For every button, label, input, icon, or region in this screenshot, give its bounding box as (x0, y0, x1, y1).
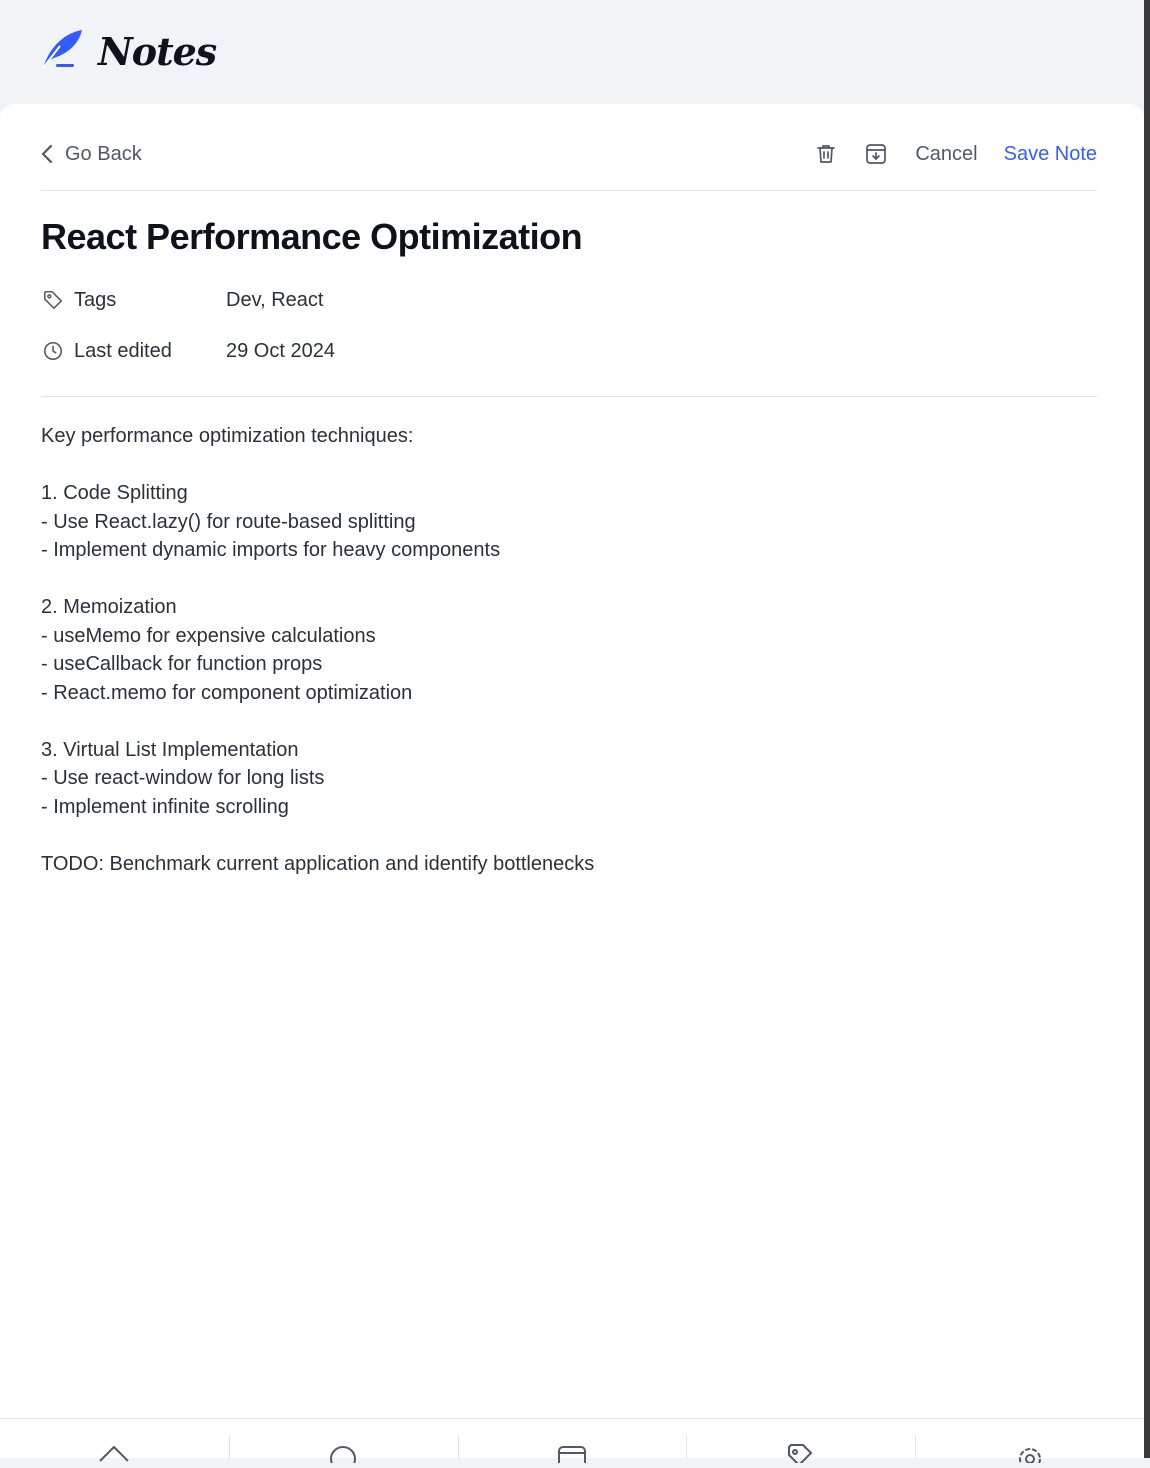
content-line: TODO: Benchmark current application and … (41, 852, 595, 875)
feather-pen-icon (40, 28, 84, 75)
tag-icon (41, 288, 65, 312)
content-line: - Implement infinite scrolling (41, 795, 289, 818)
header-divider (41, 190, 1097, 191)
content-line: - useMemo for expensive calculations (41, 624, 376, 647)
content-line: - Use React.lazy() for route-based split… (41, 510, 416, 533)
last-edited-label-group: Last edited (41, 339, 226, 363)
content-line: 3. Virtual List Implementation (41, 738, 299, 761)
last-edited-value: 29 Oct 2024 (226, 339, 335, 362)
editor-toolbar: Go Back Cancel Save Note (41, 132, 1097, 176)
home-icon (98, 1443, 130, 1462)
app-logo[interactable]: Notes (40, 28, 217, 75)
tag-icon (785, 1443, 817, 1466)
clock-icon (41, 339, 65, 363)
app-name: Notes (98, 29, 217, 74)
content-line: - Use react-window for long lists (41, 767, 325, 789)
tags-value[interactable]: Dev, React (226, 289, 323, 312)
bottom-navigation (0, 1418, 1144, 1468)
chevron-left-icon (41, 144, 53, 164)
last-edited-label: Last edited (74, 339, 172, 362)
nav-settings[interactable] (915, 1419, 1144, 1468)
nav-home[interactable] (0, 1419, 229, 1462)
tags-label-group: Tags (41, 288, 226, 312)
content-line: 1. Code Splitting (41, 482, 188, 504)
top-bar: Notes (0, 0, 1144, 104)
save-note-button[interactable]: Save Note (1004, 143, 1097, 166)
archive-icon (556, 1443, 588, 1468)
note-body[interactable]: Key performance optimization techniques:… (41, 422, 1097, 878)
meta-divider (41, 396, 1097, 397)
tags-row: Tags Dev, React (41, 288, 323, 312)
nav-archive[interactable] (457, 1419, 687, 1468)
go-back-button[interactable]: Go Back (41, 143, 142, 166)
go-back-label: Go Back (65, 142, 142, 165)
note-title[interactable]: React Performance Optimization (41, 216, 583, 258)
toolbar-actions: Cancel Save Note (789, 141, 1097, 167)
content-line: - Implement dynamic imports for heavy co… (41, 539, 501, 561)
content-line: Key performance optimization techniques: (41, 425, 414, 447)
last-edited-row: Last edited 29 Oct 2024 (41, 339, 335, 363)
search-icon (327, 1443, 359, 1468)
cancel-button[interactable]: Cancel (915, 143, 977, 166)
settings-icon (1014, 1443, 1046, 1468)
archive-icon[interactable] (863, 141, 889, 167)
window-edge (1144, 0, 1150, 1458)
nav-tags[interactable] (686, 1419, 915, 1466)
content-line: 2. Memoization (41, 596, 177, 618)
content-line: - React.memo for component optimization (41, 681, 413, 704)
nav-search[interactable] (228, 1419, 458, 1468)
note-editor: Go Back Cancel Save Note React Performan… (0, 104, 1144, 1420)
content-line: - useCallback for function props (41, 653, 323, 675)
trash-icon[interactable] (813, 141, 839, 167)
tags-label: Tags (74, 288, 117, 311)
